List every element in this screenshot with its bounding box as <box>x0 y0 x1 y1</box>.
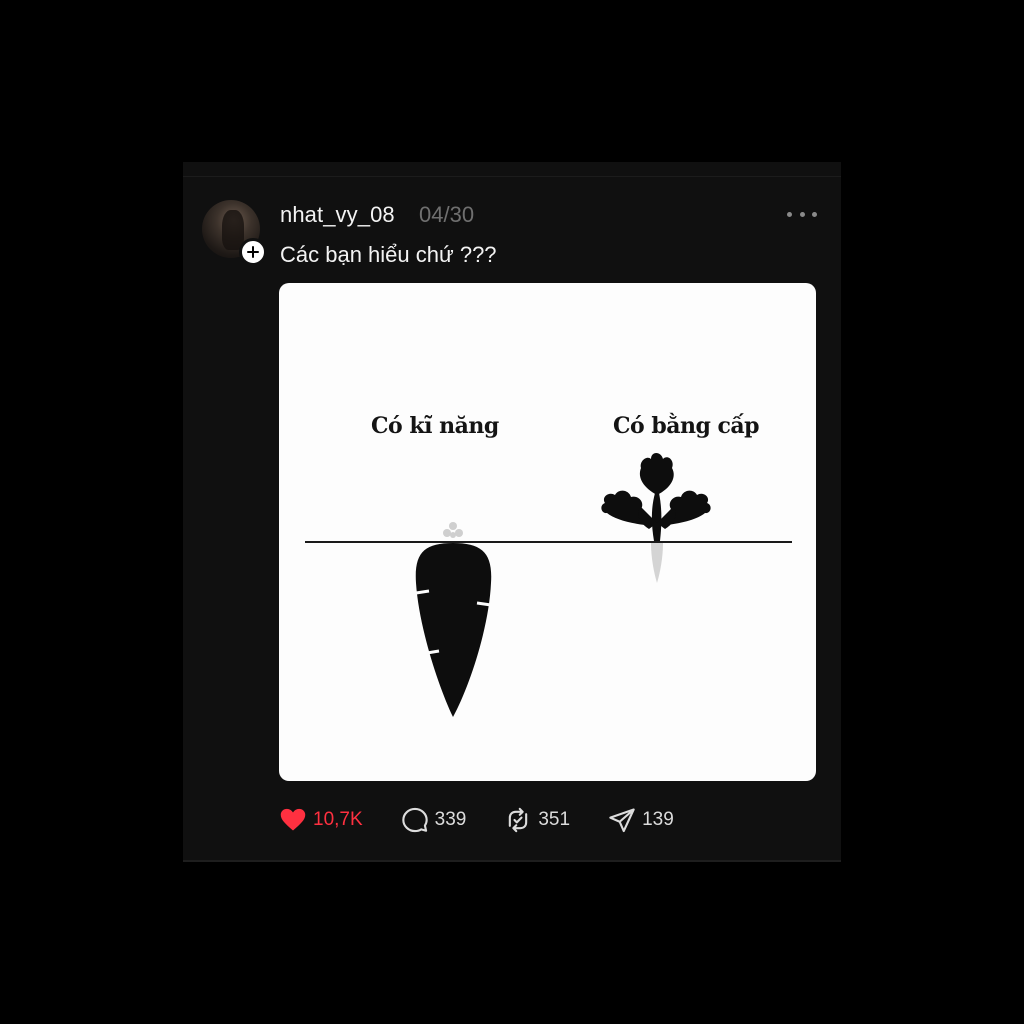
share-icon <box>609 808 635 833</box>
divider-top <box>183 176 841 177</box>
label-degree: Có bằng cấp <box>613 413 760 439</box>
share-button[interactable]: 139 <box>608 805 674 835</box>
more-icon <box>787 211 792 217</box>
repost-count: 351 <box>538 809 571 830</box>
post-caption: Các bạn hiểu chứ ??? <box>280 242 497 267</box>
comment-count: 339 <box>434 809 467 830</box>
comment-icon <box>401 807 428 833</box>
comment-button[interactable]: 339 <box>401 805 467 835</box>
carrot-illustration <box>305 453 792 717</box>
small-root <box>651 543 663 583</box>
post-date: 04/30 <box>419 202 475 227</box>
post-image[interactable]: Có kĩ năng Có bằng cấp <box>279 283 816 781</box>
username[interactable]: nhat_vy_08 <box>280 202 395 228</box>
leafy-carrot <box>601 453 711 541</box>
like-button[interactable]: 10,7K <box>279 805 363 835</box>
like-count: 10,7K <box>313 809 363 830</box>
divider-bottom <box>183 860 841 862</box>
label-skill: Có kĩ năng <box>371 413 499 439</box>
big-carrot <box>415 522 492 717</box>
heart-icon <box>280 808 306 831</box>
plus-icon <box>247 246 259 258</box>
action-bar: 10,7K 339 351 139 <box>279 805 712 835</box>
post-card: nhat_vy_08 04/30 Các bạn hiểu chứ ??? Có… <box>183 162 841 862</box>
repost-icon <box>509 807 528 833</box>
repost-button[interactable]: 351 <box>504 805 570 835</box>
more-options-button[interactable] <box>787 204 817 224</box>
share-count: 139 <box>642 809 674 830</box>
follow-button[interactable] <box>239 238 267 266</box>
